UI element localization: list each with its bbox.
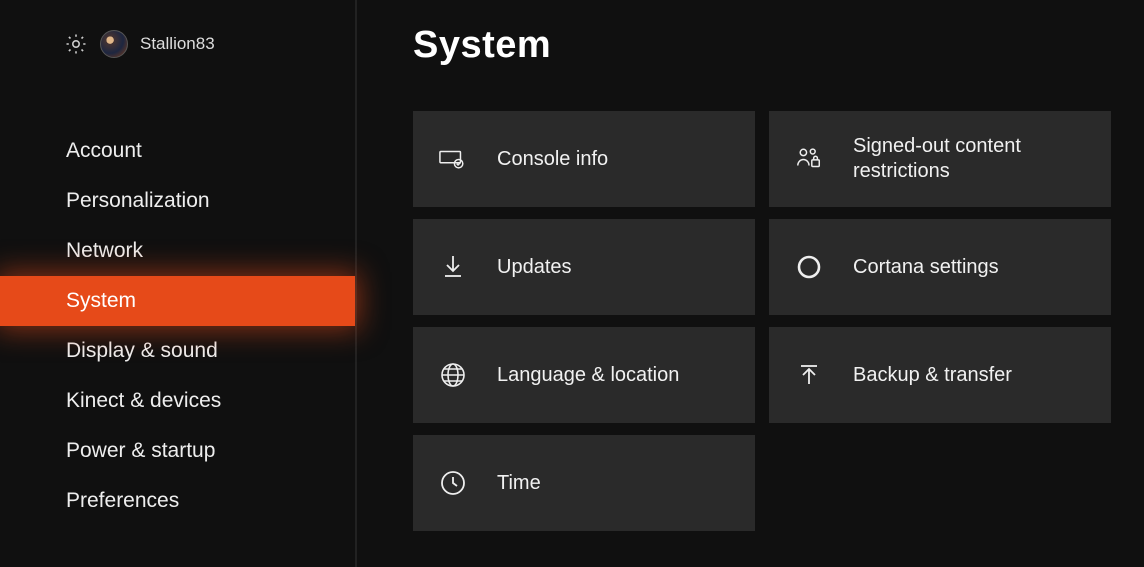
sidebar-item-label: Network: [66, 239, 143, 262]
sidebar-header: Stallion83: [0, 30, 355, 58]
sidebar-item-label: Preferences: [66, 489, 179, 512]
sidebar-item-account[interactable]: Account: [0, 126, 355, 176]
tile-label: Language & location: [497, 363, 679, 388]
tile-time[interactable]: Time: [413, 435, 755, 531]
page-title: System: [413, 24, 1124, 67]
people-lock-icon: [795, 146, 823, 172]
sidebar-item-label: System: [66, 289, 136, 312]
sidebar-item-preferences[interactable]: Preferences: [0, 476, 355, 526]
sidebar-item-personalization[interactable]: Personalization: [0, 176, 355, 226]
sidebar-item-label: Account: [66, 139, 142, 162]
tile-label: Updates: [497, 255, 572, 280]
sidebar-item-label: Personalization: [66, 189, 210, 212]
cortana-ring-icon: [795, 254, 823, 280]
tile-label: Signed-out content restrictions: [853, 134, 1111, 184]
avatar[interactable]: [100, 30, 128, 58]
download-icon: [439, 254, 467, 280]
username: Stallion83: [140, 34, 215, 54]
sidebar-item-label: Kinect & devices: [66, 389, 221, 412]
tile-language-location[interactable]: Language & location: [413, 327, 755, 423]
tile-signed-out-restrictions[interactable]: Signed-out content restrictions: [769, 111, 1111, 207]
sidebar-nav: Account Personalization Network System D…: [0, 126, 355, 526]
tile-label: Backup & transfer: [853, 363, 1012, 388]
settings-app: Stallion83 Account Personalization Netwo…: [0, 0, 1144, 567]
console-info-icon: [439, 147, 467, 171]
main-panel: System Console info: [357, 0, 1144, 567]
sidebar-item-power-startup[interactable]: Power & startup: [0, 426, 355, 476]
tile-cortana-settings[interactable]: Cortana settings: [769, 219, 1111, 315]
upload-icon: [795, 362, 823, 388]
tile-label: Time: [497, 471, 541, 496]
tile-backup-transfer[interactable]: Backup & transfer: [769, 327, 1111, 423]
sidebar: Stallion83 Account Personalization Netwo…: [0, 0, 357, 567]
sidebar-item-kinect-devices[interactable]: Kinect & devices: [0, 376, 355, 426]
tile-updates[interactable]: Updates: [413, 219, 755, 315]
sidebar-item-label: Power & startup: [66, 439, 215, 462]
tile-grid: Console info Signed-out content restrict…: [413, 111, 1124, 531]
sidebar-item-network[interactable]: Network: [0, 226, 355, 276]
sidebar-item-display-sound[interactable]: Display & sound: [0, 326, 355, 376]
tile-console-info[interactable]: Console info: [413, 111, 755, 207]
sidebar-item-label: Display & sound: [66, 339, 218, 362]
clock-icon: [439, 470, 467, 496]
gear-icon: [64, 32, 88, 56]
globe-icon: [439, 362, 467, 388]
sidebar-item-system[interactable]: System: [0, 276, 355, 326]
tile-label: Console info: [497, 147, 608, 172]
tile-label: Cortana settings: [853, 255, 999, 280]
